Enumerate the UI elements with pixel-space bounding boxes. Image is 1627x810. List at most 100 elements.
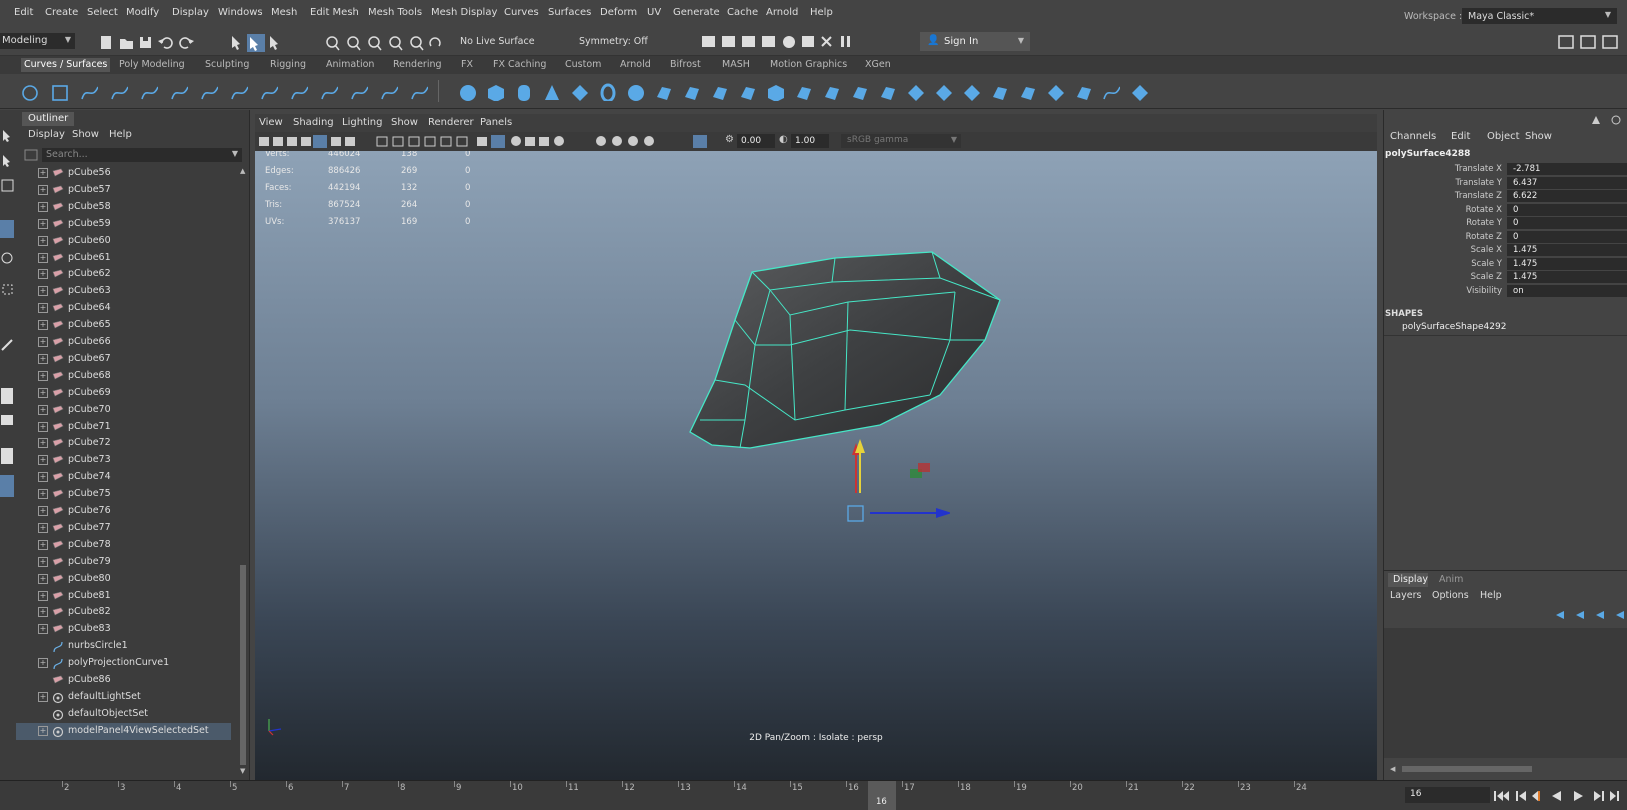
outliner-search-input[interactable]: Search... ▼ [42, 148, 242, 162]
shelf-surface-icon[interactable] [682, 83, 700, 101]
shelf-circle-icon[interactable] [20, 83, 38, 101]
shelf-curve-icon[interactable] [230, 83, 248, 101]
channelbox-menu-edit[interactable]: Edit [1451, 131, 1470, 142]
expand-icon[interactable]: + [38, 286, 48, 297]
expand-icon[interactable]: + [38, 303, 48, 314]
expand-icon[interactable]: + [38, 320, 48, 331]
color-space-dropdown[interactable]: sRGB gamma ▼ [841, 134, 961, 148]
shelf-curve-icon[interactable] [380, 83, 398, 101]
shelf-curve-icon[interactable] [290, 83, 308, 101]
shelf-curve-icon[interactable] [170, 83, 188, 101]
shelf-surface-icon[interactable] [794, 83, 812, 101]
channel-row[interactable]: Scale X 1.475 [1384, 244, 1627, 258]
outliner-item[interactable]: + pCube80 [16, 571, 231, 588]
shelf-surface-icon[interactable] [990, 83, 1008, 101]
expand-icon[interactable]: + [38, 201, 48, 212]
playback-controls[interactable] [1492, 788, 1626, 804]
current-frame-marker[interactable]: 16 [868, 781, 896, 810]
shelf-square-icon[interactable] [50, 83, 68, 101]
expand-icon[interactable]: + [38, 438, 48, 449]
shelf-tab-curves-surfaces[interactable]: Curves / Surfaces [21, 58, 111, 72]
outliner-item[interactable]: + pCube67 [16, 351, 231, 368]
shelf-tab-poly-modeling[interactable]: Poly Modeling [119, 59, 185, 70]
outliner-scrollbar[interactable]: ▲ ▼ [238, 165, 248, 775]
outliner-item[interactable]: + pCube71 [16, 419, 231, 436]
channelbox-menu-show[interactable]: Show [1525, 131, 1552, 142]
channel-row[interactable]: Scale Z 1.475 [1384, 271, 1627, 285]
outliner-item[interactable]: + pCube68 [16, 368, 231, 385]
menu-deform[interactable]: Deform [600, 7, 637, 18]
shelf-tab-sculpting[interactable]: Sculpting [205, 59, 249, 70]
outliner-item[interactable]: + pCube64 [16, 300, 231, 317]
expand-icon[interactable]: + [38, 337, 48, 347]
viewport-menu-shading[interactable]: Shading [293, 117, 334, 128]
channel-value[interactable]: 1.475 [1507, 271, 1627, 283]
outliner-tab[interactable]: Outliner [22, 112, 74, 126]
channel-value[interactable]: 1.475 [1507, 257, 1627, 270]
shelf-tab-fx-caching[interactable]: FX Caching [493, 59, 546, 70]
tool-icons[interactable] [0, 110, 16, 530]
expand-icon[interactable]: + [38, 725, 48, 736]
layers-menu-layers[interactable]: Layers [1390, 590, 1421, 601]
shelf-tab-rigging[interactable]: Rigging [270, 59, 306, 70]
shelf-surface-icon[interactable] [850, 83, 868, 101]
channel-value[interactable]: -2.781 [1507, 163, 1627, 175]
channel-row[interactable]: Rotate Z 0 [1384, 230, 1627, 245]
menu-arnold[interactable]: Arnold [766, 7, 798, 18]
outliner-item[interactable]: + pCube78 [16, 537, 231, 554]
outliner-item[interactable]: + pCube74 [16, 469, 231, 486]
tab-display[interactable]: Display [1388, 573, 1428, 587]
expand-icon[interactable]: + [38, 539, 48, 550]
scroll-down-icon[interactable]: ▼ [240, 767, 245, 775]
panel-toggle-icons[interactable] [1557, 33, 1623, 51]
outliner-item[interactable]: + polyProjectionCurve1 [16, 655, 231, 672]
outliner-item[interactable]: + modelPanel4ViewSelectedSet [16, 722, 231, 740]
shelf-tab-xgen[interactable]: XGen [865, 59, 891, 70]
menu-edit[interactable]: Edit [14, 7, 33, 18]
channelbox-menu-channels[interactable]: Channels [1390, 131, 1436, 142]
outliner-item[interactable]: + pCube69 [16, 385, 231, 402]
expand-icon[interactable]: + [38, 235, 48, 246]
outliner-item[interactable]: + pCube75 [16, 486, 231, 503]
shelf-tab-mash[interactable]: MASH [722, 59, 750, 70]
file-tools-icons[interactable] [100, 35, 210, 51]
outliner-item[interactable]: + pCube73 [16, 452, 231, 469]
menu-modify[interactable]: Modify [126, 7, 159, 18]
shelf-plane-icon[interactable] [906, 83, 924, 101]
shelf-plane-icon[interactable] [962, 83, 980, 101]
menu-generate[interactable]: Generate [673, 7, 720, 18]
shelf-sphere-icon[interactable] [458, 83, 476, 101]
expand-icon[interactable]: + [38, 269, 48, 280]
channel-value[interactable]: 0 [1507, 230, 1627, 243]
tab-anim[interactable]: Anim [1439, 574, 1463, 585]
channel-row[interactable]: Rotate X 0 [1384, 203, 1627, 218]
outliner-item[interactable]: + pCube77 [16, 520, 231, 537]
shelf-tab-animation[interactable]: Animation [326, 59, 374, 70]
expand-icon[interactable]: + [38, 691, 48, 702]
shelf-surface-icon[interactable] [1018, 83, 1036, 101]
viewport-menu-renderer[interactable]: Renderer [428, 117, 474, 128]
outliner-item[interactable]: + pCube58 [16, 199, 231, 216]
outliner-item[interactable]: + pCube76 [16, 503, 231, 520]
shelf-curve-icon[interactable] [110, 83, 128, 101]
shelf-sphere-icon[interactable] [626, 83, 644, 101]
shelf-curve-icon[interactable] [320, 83, 338, 101]
viewport-menu-lighting[interactable]: Lighting [342, 117, 382, 128]
shelf-surface-icon[interactable] [822, 83, 840, 101]
menu-mesh-tools[interactable]: Mesh Tools [368, 7, 422, 18]
menu-help[interactable]: Help [810, 7, 833, 18]
current-frame-field[interactable]: 16 [1405, 787, 1490, 803]
shelf-torus-icon[interactable] [598, 83, 616, 101]
channel-row[interactable]: Translate X -2.781 [1384, 163, 1627, 177]
viewport-menu-show[interactable]: Show [391, 117, 418, 128]
viewport-menu-panels[interactable]: Panels [480, 117, 512, 128]
scroll-up-icon[interactable]: ▲ [240, 167, 245, 175]
filter-icon[interactable] [24, 148, 40, 162]
scrollbar-thumb[interactable] [240, 565, 246, 765]
expand-icon[interactable]: + [38, 455, 48, 466]
outliner-item[interactable]: + pCube63 [16, 283, 231, 300]
channel-value[interactable]: 6.622 [1507, 190, 1627, 202]
viewport-menu-view[interactable]: View [259, 117, 283, 128]
expand-icon[interactable]: + [38, 472, 48, 483]
sign-in-button[interactable]: 👤 Sign In ▼ [920, 32, 1030, 51]
